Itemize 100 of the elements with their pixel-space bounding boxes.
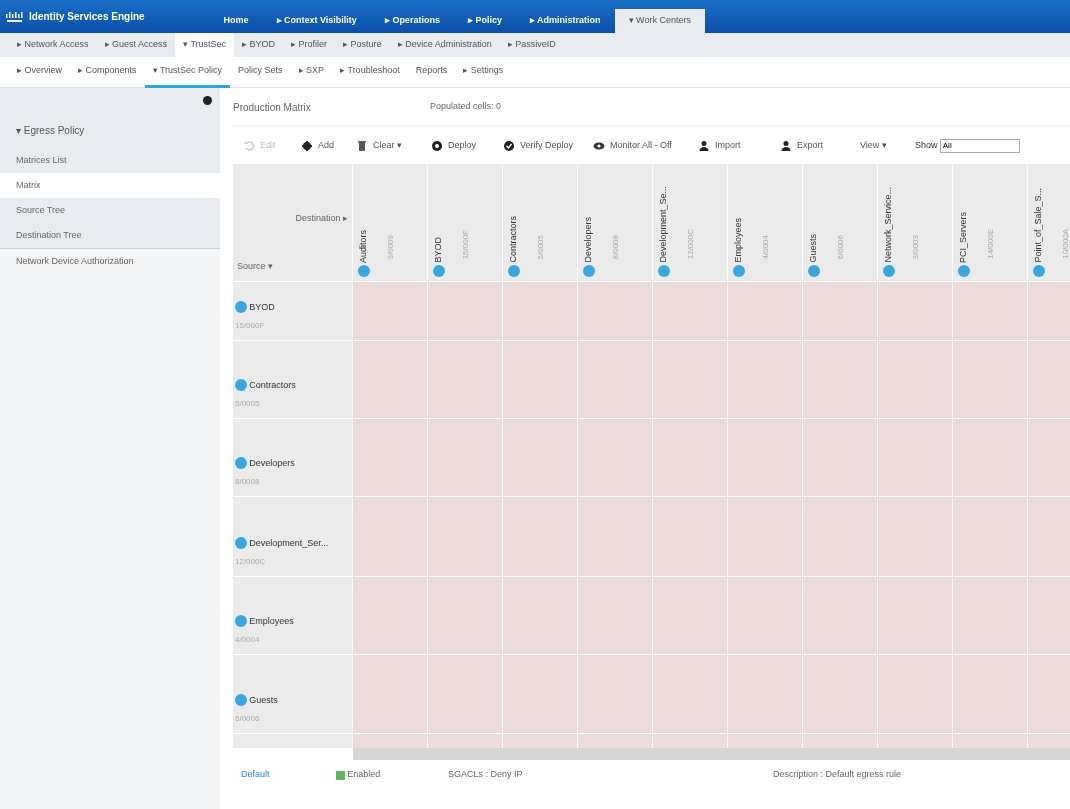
- nav-tab[interactable]: Reports: [407, 57, 456, 88]
- matrix-cell[interactable]: [803, 282, 877, 340]
- source-label[interactable]: Source ▾: [237, 259, 274, 273]
- matrix-cell[interactable]: [803, 577, 877, 654]
- matrix-cell[interactable]: [953, 419, 1027, 496]
- matrix-cell[interactable]: [353, 419, 427, 496]
- nav-tab[interactable]: ▸ Policy: [453, 9, 516, 33]
- nav-tab[interactable]: ▸ Network Access: [9, 33, 97, 57]
- matrix-cell[interactable]: [728, 341, 802, 418]
- matrix-cell[interactable]: [653, 577, 727, 654]
- matrix-cell[interactable]: [428, 341, 502, 418]
- nav-tab[interactable]: ▸ SXP: [290, 57, 333, 88]
- toolbar-button[interactable]: Clear ▾: [356, 138, 431, 153]
- matrix-cell[interactable]: [803, 497, 877, 576]
- matrix-cell[interactable]: [728, 282, 802, 340]
- nav-tab[interactable]: ▸ Administration: [515, 9, 615, 33]
- matrix-cell[interactable]: [728, 655, 802, 733]
- nav-tab[interactable]: Home: [209, 9, 263, 33]
- sidebar-item[interactable]: Source Tree: [0, 198, 220, 223]
- matrix-cell[interactable]: [728, 419, 802, 496]
- matrix-cell[interactable]: [428, 497, 502, 576]
- nav-tab[interactable]: ▸ BYOD: [234, 33, 284, 57]
- matrix-cell[interactable]: [728, 577, 802, 654]
- matrix-cell[interactable]: [878, 341, 952, 418]
- toolbar-button[interactable]: Deploy: [431, 138, 503, 153]
- matrix-cell[interactable]: [728, 734, 802, 748]
- nav-tab[interactable]: ▸ PassiveID: [499, 33, 564, 57]
- sidebar-item[interactable]: Destination Tree: [0, 223, 220, 248]
- matrix-cell[interactable]: [578, 497, 652, 576]
- matrix-cell[interactable]: [578, 341, 652, 418]
- rule-link[interactable]: Default: [241, 768, 336, 782]
- sidebar-item[interactable]: Matrices List: [0, 148, 220, 173]
- matrix-cell[interactable]: [653, 282, 727, 340]
- matrix-cell[interactable]: [428, 282, 502, 340]
- matrix-cell[interactable]: [578, 655, 652, 733]
- matrix-cell[interactable]: [503, 655, 577, 733]
- column-header[interactable]: PCI_Servers 14/000E: [953, 164, 1027, 281]
- matrix-cell[interactable]: [878, 577, 952, 654]
- show-select[interactable]: All: [939, 138, 1020, 153]
- matrix-cell[interactable]: [953, 497, 1027, 576]
- matrix-cell[interactable]: [353, 577, 427, 654]
- matrix-cell[interactable]: [653, 341, 727, 418]
- matrix-cell[interactable]: [953, 577, 1027, 654]
- matrix-cell[interactable]: [653, 734, 727, 748]
- nav-tab[interactable]: ▾ TrustSec: [175, 33, 235, 57]
- nav-tab[interactable]: ▸ Context Visibility: [262, 9, 371, 33]
- nav-tab[interactable]: ▸ Components: [70, 57, 145, 88]
- matrix-cell[interactable]: [878, 282, 952, 340]
- nav-tab[interactable]: ▸ Profiler: [283, 33, 336, 57]
- row-header[interactable]: Development_Ser... 12/000C: [233, 497, 352, 576]
- matrix-cell[interactable]: [503, 419, 577, 496]
- column-header[interactable]: Employees 4/0004: [728, 164, 802, 281]
- matrix-cell[interactable]: [428, 419, 502, 496]
- nav-tab[interactable]: ▸ Posture: [335, 33, 390, 57]
- nav-tab[interactable]: ▸ Guest Access: [96, 33, 176, 57]
- matrix-cell[interactable]: [578, 419, 652, 496]
- row-header[interactable]: BYOD 15/000F: [233, 282, 352, 340]
- nav-tab[interactable]: ▸ Overview: [9, 57, 70, 88]
- nav-tab[interactable]: ▸ Operations: [370, 9, 454, 33]
- matrix-cell[interactable]: [353, 734, 427, 748]
- toolbar-button[interactable]: Export: [780, 138, 860, 153]
- sidebar-group[interactable]: ▾ Egress Policy: [0, 112, 220, 148]
- matrix-cell[interactable]: [803, 655, 877, 733]
- matrix-cell[interactable]: [653, 655, 727, 733]
- matrix-cell[interactable]: [353, 282, 427, 340]
- matrix-cell[interactable]: [803, 419, 877, 496]
- matrix-cell[interactable]: [353, 655, 427, 733]
- matrix-cell[interactable]: [428, 577, 502, 654]
- matrix-cell[interactable]: [428, 734, 502, 748]
- matrix-cell[interactable]: [503, 282, 577, 340]
- matrix-cell[interactable]: [353, 341, 427, 418]
- matrix-cell[interactable]: [803, 734, 877, 748]
- matrix-cell[interactable]: [878, 497, 952, 576]
- matrix-cell[interactable]: [878, 419, 952, 496]
- horizontal-scrollbar[interactable]: [353, 748, 1070, 760]
- sidebar-item[interactable]: Network Device Authorization: [0, 248, 220, 274]
- matrix-cell[interactable]: [728, 497, 802, 576]
- nav-tab[interactable]: ▾ Work Centers: [614, 9, 705, 33]
- nav-tab[interactable]: ▸ Settings: [455, 57, 512, 88]
- matrix-cell[interactable]: [953, 282, 1027, 340]
- matrix-cell[interactable]: [503, 341, 577, 418]
- matrix-cell[interactable]: [653, 419, 727, 496]
- matrix-cell[interactable]: [503, 497, 577, 576]
- toolbar-button[interactable]: Import: [698, 138, 780, 153]
- nav-tab[interactable]: ▸ Device Administration: [389, 33, 500, 57]
- matrix-cell[interactable]: [653, 497, 727, 576]
- matrix-cell[interactable]: [803, 341, 877, 418]
- matrix-cell[interactable]: [578, 734, 652, 748]
- sidebar-item[interactable]: Matrix: [0, 173, 220, 198]
- matrix-cell[interactable]: [578, 577, 652, 654]
- matrix-cell[interactable]: [503, 577, 577, 654]
- matrix-cell[interactable]: [953, 655, 1027, 733]
- matrix-cell[interactable]: [353, 497, 427, 576]
- column-header[interactable]: Point_of_Sale_S... 10/000A: [1028, 164, 1070, 281]
- nav-tab[interactable]: Policy Sets: [230, 57, 291, 88]
- matrix-cell[interactable]: [878, 734, 952, 748]
- toolbar-button[interactable]: Verify Deploy: [503, 138, 593, 153]
- matrix-cell[interactable]: [953, 734, 1027, 748]
- toolbar-button[interactable]: Monitor All - Off: [593, 138, 698, 153]
- toolbar-button[interactable]: View ▾: [860, 138, 915, 153]
